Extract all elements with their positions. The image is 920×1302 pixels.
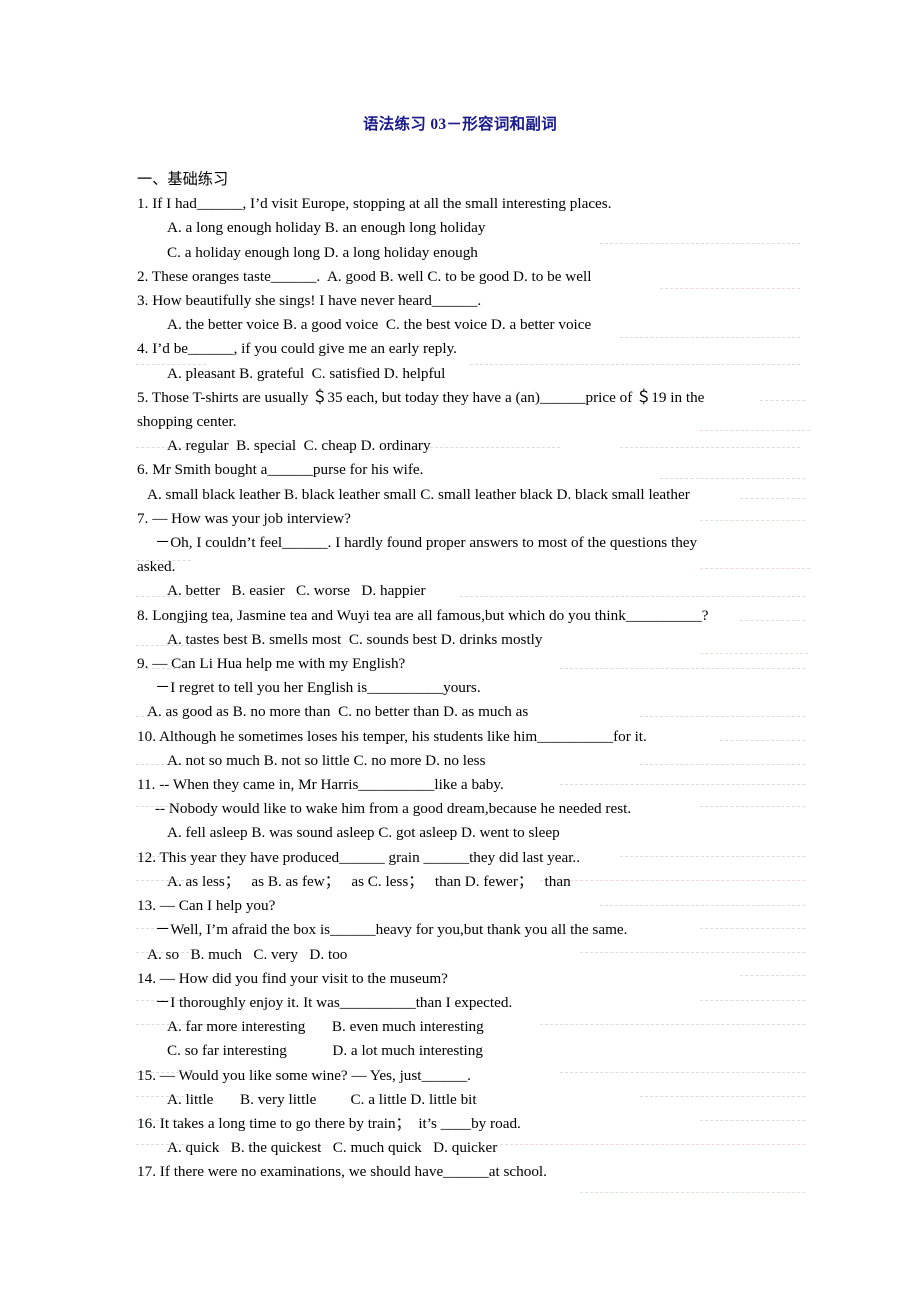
answer-choice-line: －Well, I’m afraid the box is______heavy … [155,921,628,939]
exercise-body: 一、基础练习 1. If I had______, I’d visit Euro… [0,134,797,1185]
answer-choice-line: A. better B. easier C. worse D. happier [167,582,426,600]
answer-choice-line: A. tastes best B. smells most C. sounds … [167,630,543,648]
answer-choice-line: A. as good as B. no more than C. no bett… [147,703,529,721]
question-line: 5. Those T-shirts are usually ＄35 each, … [137,388,705,406]
answer-choice-line: －I thoroughly enjoy it. It was__________… [155,993,513,1011]
answer-choice-line: -- Nobody would like to wake him from a … [155,800,632,818]
question-line: 4. I’d be______, if you could give me an… [137,340,457,358]
answer-choice-line: A. small black leather B. black leather … [147,485,690,503]
question-line: 1. If I had______, I’d visit Europe, sto… [137,195,612,213]
question-line: 9. — Can Li Hua help me with my English? [137,655,406,673]
question-line: 3. How beautifully she sings! I have nev… [137,292,482,310]
answer-choice-line: A. little B. very little C. a little D. … [167,1090,477,1108]
answer-choice-line: asked. [137,558,176,576]
question-line: 6. Mr Smith bought a______purse for his … [137,461,424,479]
question-line: 8. Longjing tea, Jasmine tea and Wuyi te… [137,606,709,624]
question-line: 10. Although he sometimes loses his temp… [137,727,647,745]
answer-choice-line: －Oh, I couldn’t feel______. I hardly fou… [155,534,698,552]
answer-choice-line: A. quick B. the quickest C. much quick D… [167,1139,498,1157]
answer-choice-line: A. pleasant B. grateful C. satisfied D. … [167,364,446,382]
question-line: 7. — How was your job interview? [137,509,351,527]
answer-choice-line: A. the better voice B. a good voice C. t… [167,316,592,334]
question-list: 1. If I had______, I’d visit Europe, sto… [137,192,797,1184]
answer-choice-line: shopping center. [137,413,237,431]
answer-choice-line: A. a long enough holiday B. an enough lo… [167,219,486,237]
answer-choice-line: C. so far interesting D. a lot much inte… [167,1042,483,1060]
answer-choice-line: A. fell asleep B. was sound asleep C. go… [167,824,560,842]
answer-choice-line: A. so B. much C. very D. too [147,945,348,963]
answer-choice-line: C. a holiday enough long D. a long holid… [167,243,478,261]
answer-choice-line: A. not so much B. not so little C. no mo… [167,751,486,769]
answer-choice-line: A. as less； as B. as few； as C. less； th… [167,872,571,890]
page-title: 语法练习 03－形容词和副词 [362,116,558,133]
question-line: 2. These oranges taste______. A. good B.… [137,267,592,285]
question-line: 12. This year they have produced______ g… [137,848,581,866]
question-line: 15. — Would you like some wine? — Yes, j… [137,1066,471,1084]
question-line: 17. If there were no examinations, we sh… [137,1163,547,1181]
answer-choice-line: A. regular B. special C. cheap D. ordina… [167,437,431,455]
answer-choice-line: A. far more interesting B. even much int… [167,1018,484,1036]
question-line: 14. — How did you find your visit to the… [137,969,448,987]
question-line: 11. -- When they came in, Mr Harris_____… [137,776,504,794]
scan-artifact-rule [580,1192,805,1193]
section-heading: 一、基础练习 [137,171,229,188]
question-line: 16. It takes a long time to go there by … [137,1114,521,1132]
question-line: 13. — Can I help you? [137,897,276,915]
answer-choice-line: －I regret to tell you her English is____… [155,679,481,697]
document-page: 语法练习 03－形容词和副词 一、基础练习 1. If I had______,… [0,0,920,1185]
